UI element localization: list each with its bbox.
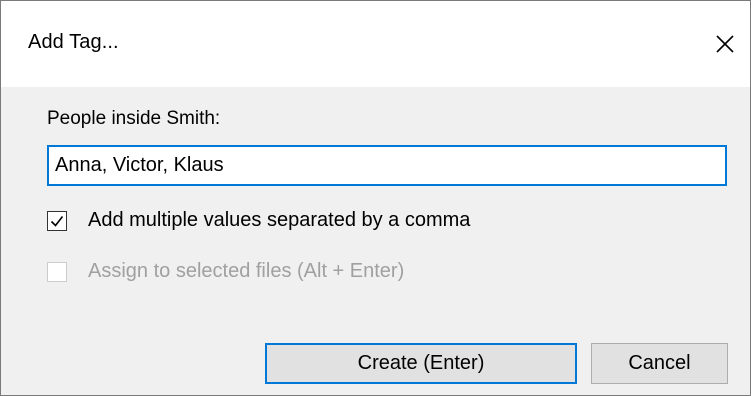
title-bar: Add Tag... [1,1,750,87]
multiple-values-label: Add multiple values separated by a comma [88,209,471,231]
add-tag-dialog: Add Tag... People inside Smith: Add mult… [0,0,751,396]
field-label: People inside Smith: [47,108,221,129]
assign-selected-checkbox[interactable] [47,261,67,282]
close-button[interactable] [708,27,742,61]
option-assign-selected[interactable]: Assign to selected files (Alt + Enter) [47,260,404,283]
tag-values-input[interactable] [47,145,727,186]
create-button[interactable]: Create (Enter) [265,343,577,384]
dialog-title: Add Tag... [28,31,119,53]
assign-selected-label: Assign to selected files (Alt + Enter) [88,260,405,282]
checkmark-icon [50,215,64,227]
close-icon [708,27,742,61]
cancel-button[interactable]: Cancel [591,343,728,384]
multiple-values-checkbox[interactable] [47,210,67,231]
option-multiple-values[interactable]: Add multiple values separated by a comma [47,209,470,232]
